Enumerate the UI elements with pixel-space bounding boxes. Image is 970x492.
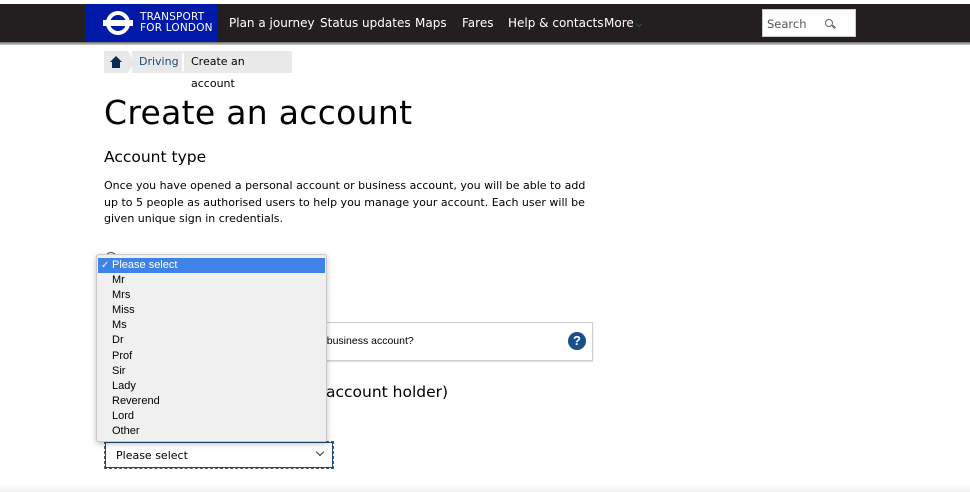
nav-plan-a-journey[interactable]: Plan a journey — [229, 16, 315, 30]
help-icon[interactable]: ? — [568, 332, 586, 350]
nav-help-contacts[interactable]: Help & contacts — [508, 16, 604, 30]
dropdown-option[interactable]: Mr — [97, 273, 326, 288]
breadcrumb-home[interactable] — [104, 51, 128, 73]
search-input[interactable]: Search — [762, 9, 856, 37]
navigation-bar-shadow — [0, 42, 970, 45]
account-type-heading: Account type — [104, 148, 207, 166]
dropdown-option[interactable]: Dr — [97, 333, 326, 348]
logo-text: TRANSPORT FOR LONDON — [140, 12, 213, 34]
breadcrumb-current: Create an account — [184, 51, 292, 90]
dropdown-option[interactable]: Mrs — [97, 288, 326, 303]
chevron-down-icon — [315, 447, 325, 457]
dropdown-option[interactable]: Miss — [97, 303, 326, 318]
dropdown-option[interactable]: Lady — [97, 379, 326, 394]
search-icon[interactable] — [825, 19, 833, 27]
home-icon — [110, 56, 122, 68]
page-bottom-shade — [0, 484, 970, 492]
page-title: Create an account — [104, 93, 413, 132]
dropdown-option[interactable]: Lord — [97, 409, 326, 424]
intro-text: Once you have opened a personal account … — [104, 179, 586, 225]
account-holder-heading: account holder) — [326, 383, 449, 401]
title-dropdown-list: ✓ Please select Mr Mrs Miss Ms Dr Prof Si… — [96, 254, 327, 442]
nav-status-updates[interactable]: Status updates — [320, 16, 411, 30]
breadcrumb-end — [284, 51, 290, 73]
dropdown-option[interactable]: ✓ Please select — [98, 258, 325, 274]
dropdown-option[interactable]: Sir — [97, 364, 326, 379]
title-select[interactable]: Please select — [104, 441, 334, 469]
dropdown-option[interactable]: Reverend — [97, 394, 326, 409]
nav-fares[interactable]: Fares — [462, 16, 493, 30]
tfl-logo[interactable]: TRANSPORT FOR LONDON — [85, 4, 218, 42]
title-select-value: Please select — [116, 449, 188, 462]
search-placeholder: Search — [767, 17, 807, 31]
dropdown-option[interactable]: Prof — [97, 349, 326, 364]
nav-more-label: More — [604, 16, 634, 30]
chevron-down-icon: ⌵ — [635, 20, 643, 30]
info-panel-text: d business account? — [318, 335, 414, 347]
check-icon: ✓ — [101, 260, 110, 271]
dropdown-option[interactable]: Ms — [97, 318, 326, 333]
roundel-icon — [103, 11, 133, 35]
nav-maps[interactable]: Maps — [415, 16, 447, 30]
dropdown-option[interactable]: Other — [97, 424, 326, 439]
logo-line-2: FOR LONDON — [140, 22, 213, 34]
nav-more[interactable]: More ⌵ — [604, 16, 643, 30]
breadcrumb-driving[interactable]: Driving — [132, 51, 188, 73]
